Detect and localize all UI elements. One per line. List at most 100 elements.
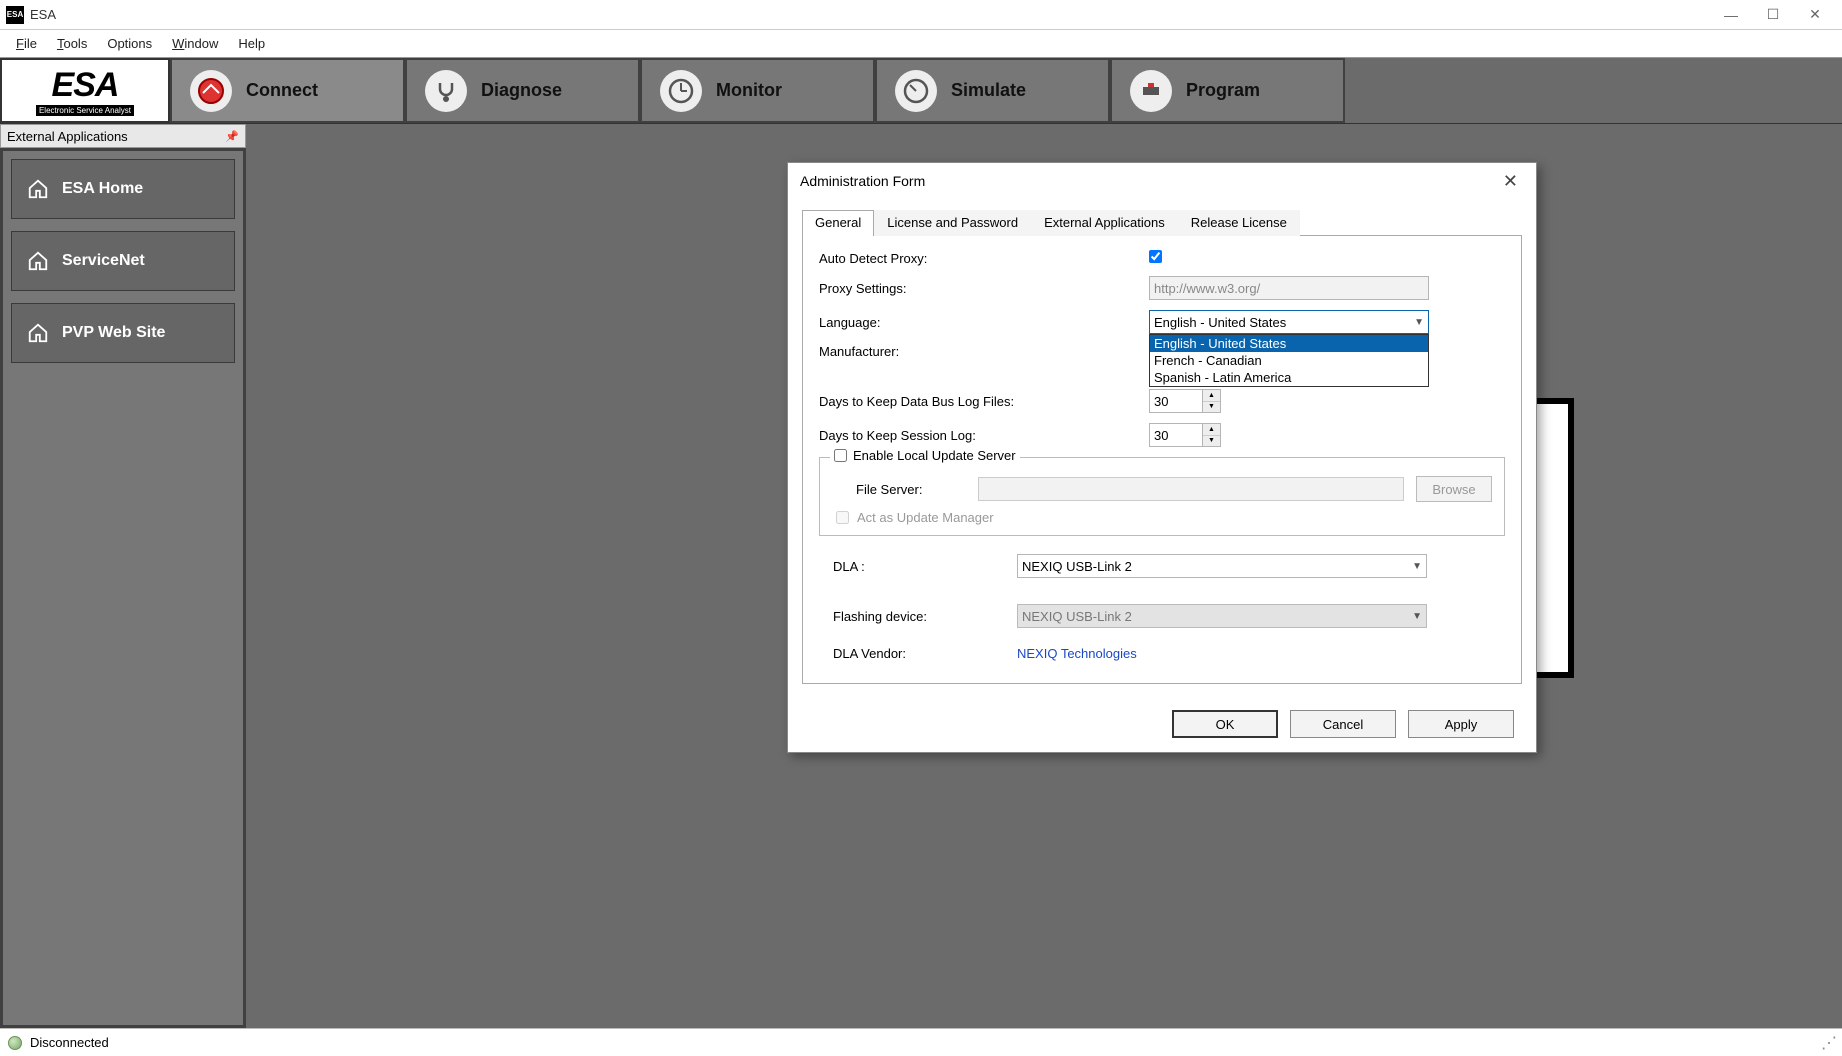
simulate-icon [895,70,937,112]
sidebar-item-pvp-web-site[interactable]: PVP Web Site [11,303,235,363]
logo-subtext: Electronic Service Analyst [36,105,134,116]
chevron-down-icon: ▼ [1412,561,1422,572]
chevron-down-icon: ▼ [1412,611,1422,622]
tab-license-and-password[interactable]: License and Password [874,210,1031,236]
maximize-icon[interactable]: ☐ [1764,6,1782,24]
language-combobox[interactable]: English - United States ▼ [1149,310,1429,334]
dialog-titlebar: Administration Form ✕ [788,163,1536,199]
tab-release-license[interactable]: Release License [1178,210,1300,236]
menu-file[interactable]: File [6,36,47,51]
menu-tools[interactable]: Tools [47,36,97,51]
update-server-fieldset: Enable Local Update Server File Server: … [819,457,1505,536]
window-title: ESA [30,7,56,22]
diagnose-button[interactable]: Diagnose [405,58,640,123]
act-as-update-manager-checkbox [836,511,849,524]
menu-options[interactable]: Options [97,36,162,51]
resize-grip-icon[interactable]: ⋰ [1821,1033,1834,1053]
administration-form-dialog: Administration Form ✕ General License an… [787,162,1537,753]
dla-vendor-link[interactable]: NEXIQ Technologies [1017,646,1137,661]
tab-general[interactable]: General [802,210,874,236]
language-dropdown-list: English - United States French - Canadia… [1149,334,1429,387]
spin-down-icon[interactable]: ▼ [1203,402,1220,413]
simulate-button[interactable]: Simulate [875,58,1110,123]
flashing-device-combobox: NEXIQ USB-Link 2 ▼ [1017,604,1427,628]
ok-button[interactable]: OK [1172,710,1278,738]
cancel-button[interactable]: Cancel [1290,710,1396,738]
auto-detect-proxy-checkbox[interactable] [1149,250,1162,263]
spin-up-icon[interactable]: ▲ [1203,424,1220,436]
minimize-icon[interactable]: — [1722,6,1740,24]
diagnose-label: Diagnose [481,80,562,101]
monitor-label: Monitor [716,80,782,101]
days-session-input[interactable] [1150,424,1202,446]
program-label: Program [1186,80,1260,101]
close-icon[interactable]: ✕ [1806,6,1824,24]
main-toolbar: ESA Electronic Service Analyst Connect D… [0,58,1842,124]
spin-down-icon[interactable]: ▼ [1203,436,1220,447]
dla-label: DLA : [819,559,1017,574]
act-as-update-manager-label: Act as Update Manager [857,510,994,525]
tab-strip: General License and Password External Ap… [802,209,1522,236]
enable-local-update-label: Enable Local Update Server [853,448,1016,463]
monitor-icon [660,70,702,112]
sidebar-item-servicenet[interactable]: ServiceNet [11,231,235,291]
sidebar-item-esa-home[interactable]: ESA Home [11,159,235,219]
monitor-button[interactable]: Monitor [640,58,875,123]
days-databus-spinner[interactable]: ▲▼ [1149,389,1221,413]
connect-label: Connect [246,80,318,101]
menu-bar: File Tools Options Window Help [0,30,1842,58]
sidebar-item-label: PVP Web Site [62,324,165,342]
language-option-french[interactable]: French - Canadian [1150,352,1428,369]
sidebar-title: External Applications [7,129,128,144]
dla-value: NEXIQ USB-Link 2 [1022,559,1132,574]
simulate-label: Simulate [951,80,1026,101]
file-server-input [978,477,1404,501]
dialog-button-row: OK Cancel Apply [788,698,1536,752]
window-titlebar: ESA ESA — ☐ ✕ [0,0,1842,30]
dialog-close-icon[interactable]: ✕ [1497,171,1524,192]
dla-combobox[interactable]: NEXIQ USB-Link 2 ▼ [1017,554,1427,578]
tab-external-applications[interactable]: External Applications [1031,210,1178,236]
dialog-title: Administration Form [800,173,925,189]
days-session-label: Days to Keep Session Log: [819,428,1149,443]
chevron-down-icon: ▼ [1414,317,1424,328]
language-label: Language: [819,315,1149,330]
home-icon [26,321,50,345]
days-session-spinner[interactable]: ▲▼ [1149,423,1221,447]
file-server-label: File Server: [856,482,966,497]
connect-button[interactable]: Connect [170,58,405,123]
esa-logo: ESA Electronic Service Analyst [0,58,170,123]
program-button[interactable]: Program [1110,58,1345,123]
sidebar-item-label: ESA Home [62,180,143,198]
manufacturer-label: Manufacturer: [819,344,1149,359]
logo-text: ESA [52,66,119,105]
home-icon [26,177,50,201]
connection-status-text: Disconnected [30,1035,109,1050]
program-icon [1130,70,1172,112]
spin-up-icon[interactable]: ▲ [1203,390,1220,402]
menu-help[interactable]: Help [228,36,275,51]
apply-button[interactable]: Apply [1408,710,1514,738]
sidebar-header: External Applications 📌 [0,124,246,148]
language-option-spanish[interactable]: Spanish - Latin America [1150,369,1428,386]
menu-window[interactable]: Window [162,36,228,51]
home-icon [26,249,50,273]
enable-local-update-checkbox[interactable] [834,449,847,462]
flashing-device-value: NEXIQ USB-Link 2 [1022,609,1132,624]
status-bar: Disconnected ⋰ [0,1028,1842,1056]
auto-detect-proxy-label: Auto Detect Proxy: [819,251,1149,266]
proxy-settings-label: Proxy Settings: [819,281,1149,296]
language-selected: English - United States [1154,315,1286,330]
language-option-english[interactable]: English - United States [1150,335,1428,352]
proxy-settings-input [1149,276,1429,300]
days-databus-input[interactable] [1150,390,1202,412]
main-content: yst Administration Form ✕ General Licens… [246,124,1842,1028]
sidebar: External Applications 📌 ESA Home Service… [0,124,246,1028]
general-panel: Auto Detect Proxy: Proxy Settings: Langu… [802,236,1522,684]
flashing-device-label: Flashing device: [819,609,1017,624]
app-icon: ESA [6,6,24,24]
dla-vendor-label: DLA Vendor: [819,646,1017,661]
diagnose-icon [425,70,467,112]
days-databus-label: Days to Keep Data Bus Log Files: [819,394,1149,409]
pin-icon[interactable]: 📌 [225,130,239,143]
